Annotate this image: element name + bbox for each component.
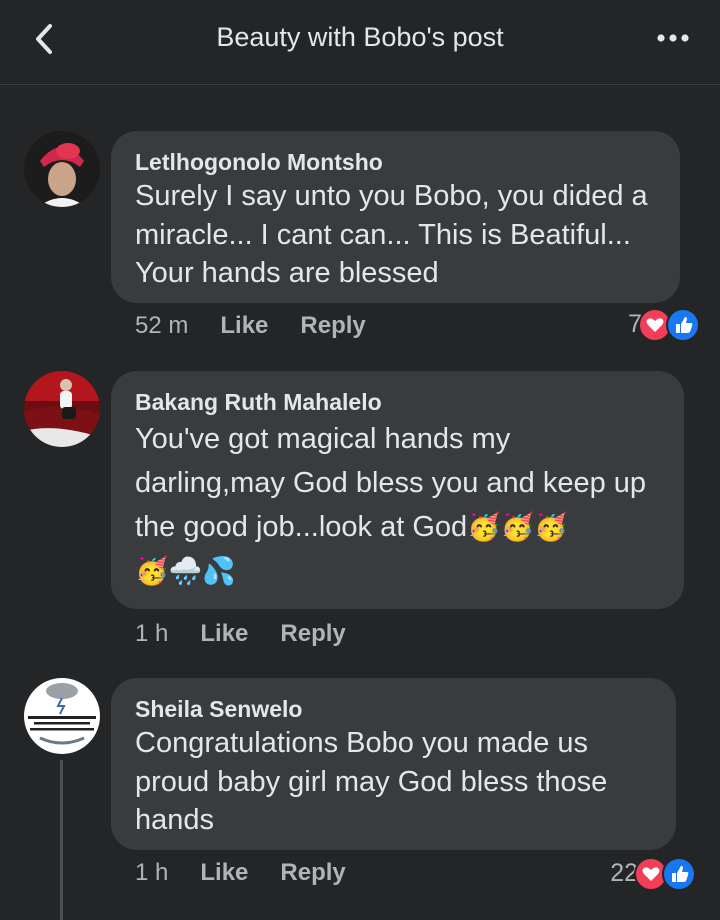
party-face-emoji: 🥳🥳🥳	[467, 512, 568, 542]
avatar[interactable]	[24, 371, 100, 447]
like-button[interactable]: Like	[220, 312, 268, 340]
comment-time: 52 m	[135, 312, 189, 339]
comment-actions: 1 h Like Reply	[135, 859, 346, 887]
reply-button[interactable]: Reply	[280, 859, 345, 887]
comment-bubble: Bakang Ruth Mahalelo You've got magical …	[111, 371, 684, 609]
comment-author[interactable]: Letlhogonolo Montsho	[135, 147, 656, 177]
reply-button[interactable]: Reply	[300, 312, 365, 340]
comment-bubble: Sheila Senwelo Congratulations Bobo you …	[111, 678, 676, 850]
avatar-photo	[24, 371, 100, 447]
top-bar: Beauty with Bobo's post	[0, 0, 720, 85]
avatar[interactable]	[24, 678, 100, 754]
like-button[interactable]: Like	[200, 859, 248, 887]
reply-button[interactable]: Reply	[280, 620, 345, 648]
comment-bubble: Letlhogonolo Montsho Surely I say unto y…	[111, 131, 680, 303]
comment-time: 1 h	[135, 859, 169, 886]
emoji-row: 🥳🌧️💦	[135, 556, 236, 586]
comment-text-block: You've got magical hands my darling,may …	[135, 417, 660, 593]
comment-text: You've got magical hands my darling,may …	[135, 423, 647, 543]
thumbs-up-icon	[666, 308, 700, 342]
comment-author[interactable]: Sheila Senwelo	[135, 694, 652, 724]
thread-line	[60, 760, 63, 920]
comment-text: Congratulations Bobo you made us proud b…	[135, 727, 608, 836]
avatar-photo	[24, 131, 100, 207]
avatar-photo	[24, 678, 100, 754]
comment-actions: 52 m Like Reply	[135, 312, 366, 340]
like-button[interactable]: Like	[200, 620, 248, 648]
reaction-summary[interactable]: 7	[560, 308, 700, 342]
avatar[interactable]	[24, 131, 100, 207]
ellipsis-icon[interactable]	[656, 28, 690, 48]
page-title: Beauty with Bobo's post	[216, 22, 504, 52]
comment-actions: 1 h Like Reply	[135, 620, 346, 648]
reaction-summary[interactable]: 22	[556, 857, 696, 891]
thumbs-up-icon	[662, 857, 696, 891]
comment-author[interactable]: Bakang Ruth Mahalelo	[135, 387, 660, 417]
comment-text: Surely I say unto you Bobo, you dided a …	[135, 180, 648, 289]
comment-time: 1 h	[135, 620, 169, 647]
